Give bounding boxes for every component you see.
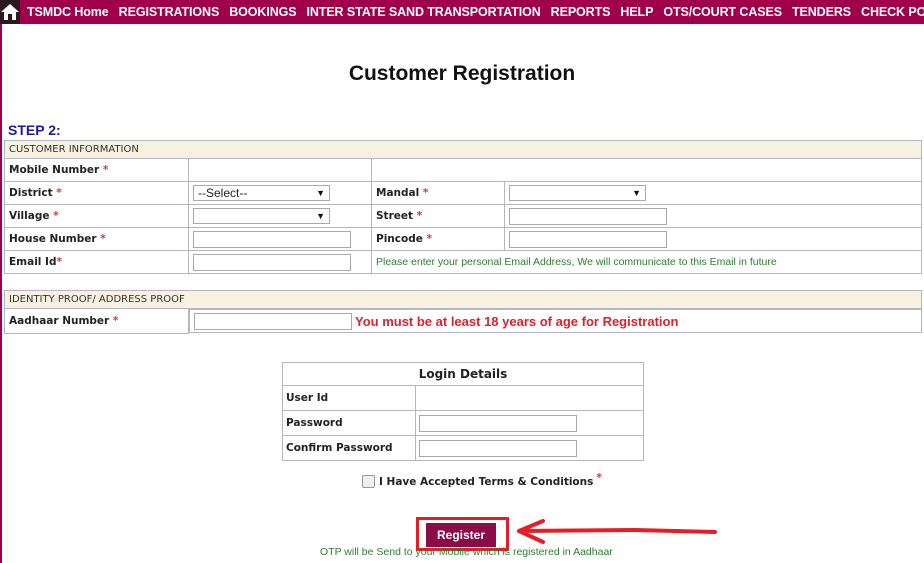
page-left-border (0, 24, 2, 563)
password-input[interactable] (419, 414, 577, 432)
nav-tsmdc-home[interactable]: TSMDC Home (27, 5, 109, 19)
login-details-header: Login Details (282, 362, 644, 386)
home-button[interactable] (0, 0, 20, 24)
email-label: Email Id* (4, 250, 189, 274)
register-button[interactable]: Register (426, 523, 496, 547)
mobile-label: Mobile Number * (4, 158, 189, 182)
nav-menu: TSMDC Home REGISTRATIONS BOOKINGS INTER … (20, 5, 924, 19)
nav-help[interactable]: HELP (620, 5, 653, 19)
house-number-label: House Number * (4, 227, 189, 251)
chevron-down-icon: ▼ (632, 188, 641, 198)
password-label: Password (282, 410, 416, 436)
mandal-label: Mandal * (371, 181, 505, 205)
district-select[interactable]: --Select-- ▼ (193, 185, 330, 201)
nav-bookings[interactable]: BOOKINGS (229, 5, 296, 19)
district-label: District * (4, 181, 189, 205)
street-input[interactable] (509, 207, 667, 225)
street-label: Street * (371, 204, 505, 228)
village-select[interactable]: ▼ (193, 208, 330, 224)
terms-row: I Have Accepted Terms & Conditions * (362, 471, 602, 488)
nav-registrations[interactable]: REGISTRATIONS (119, 5, 220, 19)
pincode-label: Pincode * (371, 227, 505, 251)
customer-info-table: CUSTOMER INFORMATION Mobile Number * Dis… (4, 140, 922, 274)
email-input[interactable] (193, 253, 351, 271)
chevron-down-icon: ▼ (316, 211, 325, 221)
userid-label: User Id (282, 385, 416, 411)
terms-label[interactable]: I Have Accepted Terms & Conditions (379, 476, 593, 488)
nav-ots-court-cases[interactable]: OTS/COURT CASES (663, 5, 782, 19)
email-hint: Please enter your personal Email Address… (376, 256, 777, 268)
aadhaar-input[interactable] (194, 312, 352, 330)
chevron-down-icon: ▼ (316, 188, 325, 198)
identity-proof-header: IDENTITY PROOF/ ADDRESS PROOF (4, 290, 922, 309)
required-mark: * (596, 471, 602, 484)
customer-info-header: CUSTOMER INFORMATION (4, 140, 922, 159)
nav-reports[interactable]: REPORTS (551, 5, 611, 19)
mobile-value (188, 158, 372, 182)
nav-tenders[interactable]: TENDERS (792, 5, 851, 19)
mobile-empty-cell (371, 158, 922, 182)
aadhaar-label: Aadhaar Number * (4, 308, 189, 334)
step-label: STEP 2: (8, 122, 61, 138)
confirm-password-label: Confirm Password (282, 435, 416, 461)
top-nav-bar: TSMDC Home REGISTRATIONS BOOKINGS INTER … (0, 0, 924, 24)
confirm-password-input[interactable] (419, 439, 577, 457)
otp-note: OTP will be Send to your Mobile which is… (320, 546, 613, 558)
home-icon (1, 4, 19, 20)
login-details-table: Login Details User Id Password Confirm P… (282, 362, 644, 461)
identity-proof-table: IDENTITY PROOF/ ADDRESS PROOF Aadhaar Nu… (4, 290, 922, 334)
pincode-input[interactable] (509, 230, 667, 248)
village-label: Village * (4, 204, 189, 228)
house-number-input[interactable] (193, 230, 351, 248)
terms-checkbox[interactable] (362, 475, 375, 488)
userid-value (415, 385, 644, 411)
arrow-annotation-icon (517, 519, 717, 544)
age-warning: You must be at least 18 years of age for… (355, 313, 679, 329)
nav-check-post[interactable]: CHECK POST (861, 5, 924, 19)
nav-inter-state-sand[interactable]: INTER STATE SAND TRANSPORTATION (306, 5, 540, 19)
page-title: Customer Registration (348, 62, 576, 85)
mandal-select[interactable]: ▼ (509, 185, 646, 201)
